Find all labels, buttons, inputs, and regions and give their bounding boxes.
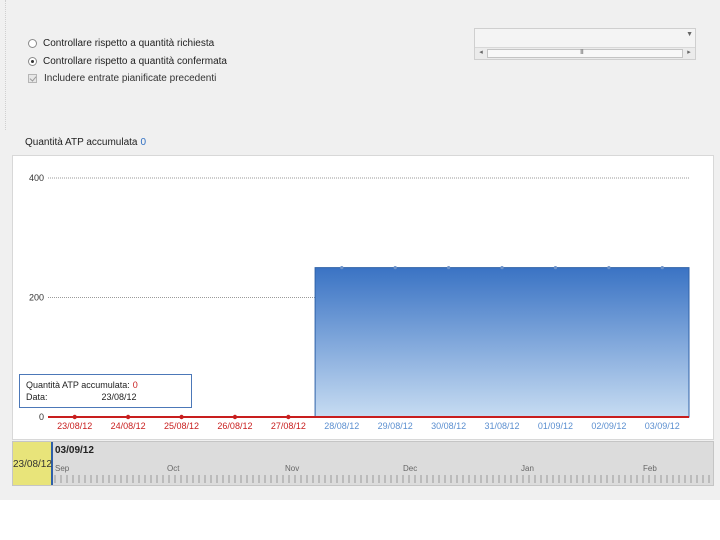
- chart-header-label: Quantità ATP accumulata: [25, 137, 138, 148]
- navigator-ticks: [54, 475, 710, 483]
- x-tick-label: 24/08/12: [111, 421, 146, 431]
- radio-requested-label: Controllare rispetto a quantità richiest…: [43, 38, 215, 49]
- timeline-navigator[interactable]: 23/08/12 03/09/12 Sep Oct Nov Dec Jan Fe…: [12, 441, 714, 486]
- scrollbar-thumb[interactable]: III: [487, 49, 683, 58]
- x-tick-label: 30/08/12: [431, 421, 466, 431]
- data-point: [286, 414, 291, 420]
- data-point: [179, 414, 184, 420]
- chart-header-value: 0: [140, 137, 147, 148]
- x-tick-label: 03/09/12: [645, 421, 680, 431]
- navigator-month: Feb: [643, 464, 657, 473]
- tooltip-qty-value: 0: [132, 380, 138, 390]
- radio-requested-option[interactable]: Controllare rispetto a quantità richiest…: [28, 38, 214, 49]
- area-fill: [314, 267, 690, 418]
- tooltip-date-label: Data:: [26, 392, 48, 402]
- data-point: [125, 414, 131, 420]
- data-point: [72, 414, 77, 420]
- x-tick-label: 25/08/12: [164, 421, 199, 431]
- data-point: [500, 266, 504, 270]
- navigator-month: Jan: [521, 464, 534, 473]
- data-point: [393, 266, 397, 270]
- data-point: [447, 266, 451, 270]
- x-tick-label: 02/09/12: [591, 421, 626, 431]
- navigator-month: Oct: [167, 464, 180, 473]
- scroll-down-arrow-icon[interactable]: ▼: [686, 31, 693, 38]
- tooltip-qty-label: Quantità ATP accumulata:: [26, 380, 130, 390]
- scrollbar-grip: III: [580, 49, 584, 56]
- y-tick-label: 200: [29, 293, 44, 303]
- navigator-start-label: 23/08/12: [13, 459, 52, 470]
- chart-header: Quantità ATP accumulata 0: [25, 137, 146, 148]
- navigator-month: Dec: [403, 464, 418, 473]
- navigator-end-label: 03/09/12: [55, 445, 94, 456]
- x-tick-label: 31/08/12: [485, 421, 520, 431]
- scroll-right-arrow-icon[interactable]: ▸: [683, 48, 695, 56]
- radio-confirmed[interactable]: [28, 57, 37, 66]
- scroll-left-arrow-icon[interactable]: ◂: [475, 48, 487, 56]
- radio-confirmed-option[interactable]: Controllare rispetto a quantità conferma…: [28, 56, 227, 67]
- checkbox-previous-label: Includere entrate pianificate precedenti: [44, 73, 217, 84]
- horizontal-scrollbar[interactable]: ◂ III ▸: [475, 47, 695, 59]
- checkbox-previous-option[interactable]: Includere entrate pianificate precedenti: [28, 73, 216, 84]
- tooltip-date-value: 23/08/12: [101, 392, 137, 402]
- data-point: [553, 266, 558, 270]
- navigator-month: Sep: [55, 464, 70, 473]
- data-point: [607, 266, 611, 270]
- x-tick-label: 27/08/12: [271, 421, 306, 431]
- x-tick-label: 23/08/12: [57, 421, 92, 431]
- y-tick-label: 0: [39, 412, 44, 422]
- checkbox-previous[interactable]: [28, 74, 37, 83]
- atp-panel: Controllare rispetto a quantità richiest…: [0, 0, 720, 500]
- left-divider: [0, 0, 6, 130]
- radio-confirmed-label: Controllare rispetto a quantità conferma…: [43, 56, 227, 67]
- data-point: [232, 414, 238, 420]
- x-tick-label: 29/08/12: [378, 421, 413, 431]
- radio-requested[interactable]: [28, 39, 37, 48]
- x-tick-label: 01/09/12: [538, 421, 573, 431]
- data-point: [340, 266, 344, 270]
- x-tick-label: 26/08/12: [217, 421, 252, 431]
- data-point: [660, 266, 664, 270]
- x-tick-label: 28/08/12: [324, 421, 359, 431]
- list-box: ▼ ◂ III ▸: [474, 28, 696, 60]
- y-tick-label: 400: [29, 173, 44, 183]
- navigator-month: Nov: [285, 464, 300, 473]
- chart-tooltip: Quantità ATP accumulata: 0 Data: 23/08/12: [19, 374, 192, 408]
